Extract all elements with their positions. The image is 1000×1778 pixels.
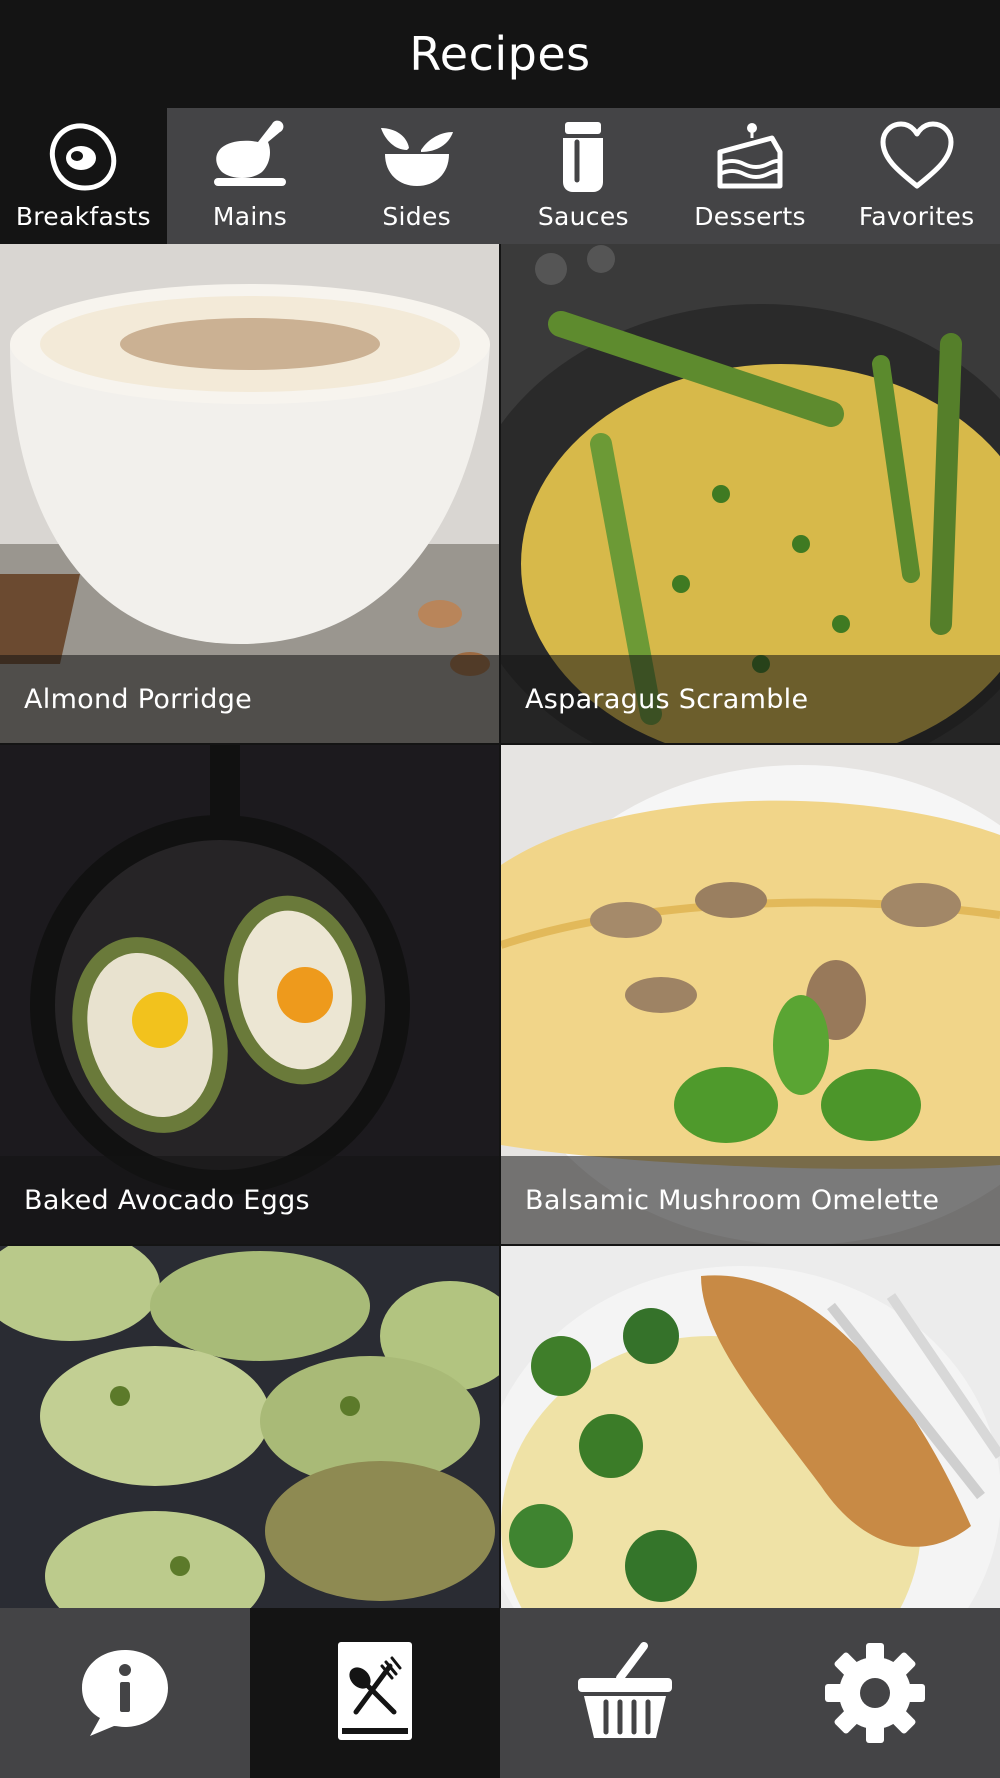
sauce-jar-icon	[563, 122, 604, 192]
category-label: Favorites	[858, 202, 975, 231]
info-bubble-icon	[82, 1650, 168, 1736]
recipe-title: Almond Porridge	[0, 655, 499, 743]
recipe-tile-balsamic-mushroom-omelette[interactable]: Balsamic Mushroom Omelette	[501, 745, 1000, 1244]
category-desserts[interactable]: Desserts	[667, 108, 834, 244]
category-bar: Breakfasts Mains Sides Sauces Desserts F…	[0, 108, 1000, 244]
recipe-tile-baked-avocado-eggs[interactable]: Baked Avocado Eggs	[0, 745, 499, 1244]
category-label: Sauces	[537, 202, 629, 231]
recipe-title: Baked Avocado Eggs	[0, 1156, 499, 1244]
cake-slice-icon	[717, 123, 783, 189]
category-label: Sides	[382, 202, 451, 231]
category-mains[interactable]: Mains	[167, 108, 334, 244]
shopping-basket-icon	[578, 1642, 672, 1738]
category-label: Desserts	[694, 202, 806, 231]
roast-chicken-icon	[214, 120, 286, 186]
tab-settings[interactable]	[750, 1608, 1000, 1778]
recipe-tile-almond-porridge[interactable]: Almond Porridge	[0, 244, 499, 743]
bottom-tab-bar	[0, 1608, 1000, 1778]
tab-shopping-list[interactable]	[500, 1608, 750, 1778]
recipe-tile[interactable]	[501, 1246, 1000, 1608]
recipe-title: Asparagus Scramble	[501, 655, 1000, 743]
category-breakfasts[interactable]: Breakfasts	[0, 108, 167, 244]
recipe-tile[interactable]	[0, 1246, 499, 1608]
category-favorites[interactable]: Favorites	[833, 108, 1000, 244]
recipe-title: Balsamic Mushroom Omelette	[501, 1156, 1000, 1244]
page-title: Recipes	[409, 27, 591, 81]
salad-bowl-icon	[380, 128, 453, 186]
category-sauces[interactable]: Sauces	[500, 108, 667, 244]
egg-icon	[50, 123, 117, 191]
gear-icon	[825, 1643, 925, 1743]
category-sides[interactable]: Sides	[333, 108, 500, 244]
category-label: Breakfasts	[15, 202, 151, 231]
tab-recipes[interactable]	[250, 1608, 500, 1778]
tab-info[interactable]	[0, 1608, 250, 1778]
recipe-tile-asparagus-scramble[interactable]: Asparagus Scramble	[501, 244, 1000, 743]
recipe-book-icon	[338, 1642, 412, 1740]
heart-icon	[880, 121, 954, 189]
recipe-grid: Almond Porridge Asparagus Scramble Baked…	[0, 244, 1000, 1608]
recipe-photo	[0, 1246, 499, 1608]
recipe-photo	[501, 1246, 1000, 1608]
title-bar: Recipes	[0, 0, 1000, 108]
category-label: Mains	[212, 202, 288, 231]
